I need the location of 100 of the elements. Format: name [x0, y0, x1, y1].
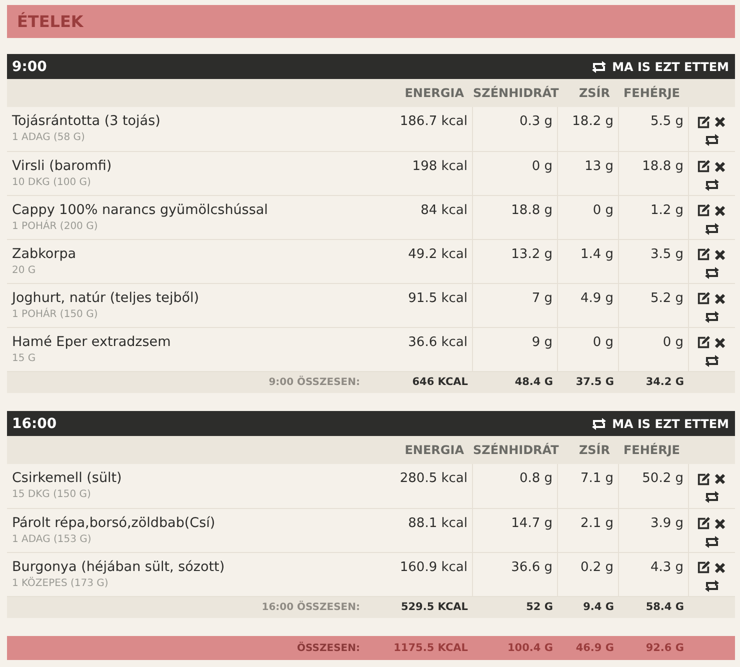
table-cell: 88.1 kcal	[372, 508, 472, 552]
table-cell: 36.6 kcal	[372, 327, 472, 371]
table-cell: 18.2 g	[557, 107, 618, 151]
table-cell: 0 g	[557, 327, 618, 371]
food-name: Burgonya (héjában sült, sózott)	[12, 558, 226, 574]
portion-text: 15 DKG (150 G)	[12, 489, 92, 500]
edit-icon[interactable]	[697, 204, 710, 217]
table-cell: 3.9 g	[618, 508, 688, 552]
column-header: FEHÉRJE	[618, 436, 688, 464]
column-header: SZÉNHIDRÁT	[472, 79, 557, 107]
food-name: Joghurt, natúr (teljes tejből)	[12, 290, 200, 306]
repeat-icon[interactable]	[704, 578, 720, 592]
table-cell: 36.6 g	[472, 552, 557, 596]
table-cell: 160.9 kcal	[372, 552, 472, 596]
close-icon[interactable]	[714, 518, 726, 530]
repeat-icon[interactable]	[591, 416, 608, 430]
edit-icon[interactable]	[697, 336, 710, 349]
repeat-icon[interactable]	[591, 60, 608, 74]
edit-icon[interactable]	[697, 517, 710, 530]
close-icon[interactable]	[714, 562, 726, 574]
total-value: 52 G	[472, 596, 557, 618]
repeat-icon[interactable]	[704, 490, 720, 504]
portion-text: 20 G	[12, 264, 37, 276]
total-value: 37.5 G	[557, 371, 618, 393]
column-header: ENERGIA	[372, 436, 472, 464]
portion-text: 15 G	[12, 352, 37, 364]
edit-icon[interactable]	[697, 160, 710, 173]
repeat-icon[interactable]	[704, 266, 720, 280]
close-icon[interactable]	[714, 473, 726, 485]
table-cell: 13 g	[557, 151, 618, 195]
total-value: 46.9 G	[557, 636, 618, 660]
table-cell: 0 g	[472, 151, 557, 195]
food-name: Tojásrántotta (3 tojás)	[12, 113, 162, 129]
repeat-icon[interactable]	[704, 178, 720, 192]
total-value: 1175.5 KCAL	[372, 636, 472, 660]
portion-text: 1 POHÁR (200 G)	[12, 220, 99, 232]
total-value: 100.4 G	[472, 636, 557, 660]
edit-icon[interactable]	[697, 292, 710, 305]
section-title: ÉTELEK	[17, 12, 84, 31]
edit-icon[interactable]	[697, 472, 710, 486]
table-cell: 0.3 g	[472, 107, 557, 151]
table-cell: 13.2 g	[472, 239, 557, 283]
table-cell: 91.5 kcal	[372, 283, 472, 327]
table-cell: 0.8 g	[472, 464, 557, 508]
portion-text: 1 ADAG (153 G)	[12, 534, 92, 544]
edit-icon[interactable]	[697, 561, 710, 574]
close-icon[interactable]	[714, 160, 726, 172]
table-cell: 7.1 g	[557, 464, 618, 508]
total-value: 9.4 G	[557, 596, 618, 618]
food-name: Zabkorpa	[12, 246, 78, 262]
table-cell: 4.9 g	[557, 283, 618, 327]
table-cell: 3.5 g	[618, 239, 688, 283]
meal-time: 16:00	[12, 416, 57, 432]
table-cell: 1.2 g	[618, 195, 688, 239]
table-cell: 2.1 g	[557, 508, 618, 552]
table-cell: 50.2 g	[618, 464, 688, 508]
repeat-icon[interactable]	[704, 310, 720, 324]
table-cell: 18.8 g	[618, 151, 688, 195]
table-cell: 1.4 g	[557, 239, 618, 283]
total-value: 48.4 G	[472, 371, 557, 393]
repeat-icon[interactable]	[704, 133, 720, 147]
table-cell: 198 kcal	[372, 151, 472, 195]
repeat-icon[interactable]	[704, 354, 720, 368]
edit-icon[interactable]	[697, 248, 710, 261]
table-cell: 0.2 g	[557, 552, 618, 596]
total-value: 529.5 KCAL	[372, 596, 472, 618]
food-name: Csirkemell (sült)	[12, 470, 123, 486]
table-cell: 5.5 g	[618, 107, 688, 151]
table-cell: 49.2 kcal	[372, 239, 472, 283]
table-cell: 0 g	[557, 195, 618, 239]
close-icon[interactable]	[714, 248, 726, 260]
total-value: 92.6 G	[618, 636, 688, 660]
table-cell: 84 kcal	[372, 195, 472, 239]
close-icon[interactable]	[714, 336, 726, 348]
repeat-icon[interactable]	[704, 222, 720, 236]
column-header: ENERGIA	[372, 79, 472, 107]
table-cell: 0 g	[618, 327, 688, 371]
table-cell: 186.7 kcal	[372, 107, 472, 151]
repeat-button[interactable]: MA IS EZT ETTEM	[591, 416, 729, 430]
edit-icon[interactable]	[697, 116, 710, 128]
table-cell: 5.2 g	[618, 283, 688, 327]
table-cell: 14.7 g	[472, 508, 557, 552]
portion-text: 10 DKG (100 G)	[12, 176, 92, 188]
total-value: 646 KCAL	[372, 371, 472, 393]
repeat-icon[interactable]	[704, 534, 720, 548]
total-label: 9:00 ÖSSZESEN:	[7, 371, 372, 393]
portion-text: 1 ADAG (58 G)	[12, 132, 86, 143]
food-name: Párolt répa,borsó,zöldbab(Csí)	[12, 514, 216, 530]
table-cell: 280.5 kcal	[372, 464, 472, 508]
repeat-button[interactable]: MA IS EZT ETTEM	[591, 60, 729, 74]
close-icon[interactable]	[714, 116, 726, 128]
portion-text: 1 KÖZEPES (173 G)	[12, 578, 110, 588]
table-cell: 7 g	[472, 283, 557, 327]
close-icon[interactable]	[714, 204, 726, 216]
total-label: 16:00 ÖSSZESEN:	[7, 596, 372, 618]
column-header: SZÉNHIDRÁT	[472, 436, 557, 464]
total-label: ÖSSZESEN:	[7, 636, 372, 660]
food-name: Cappy 100% narancs gyümölcshússal	[12, 202, 269, 218]
table-cell: 9 g	[472, 327, 557, 371]
close-icon[interactable]	[714, 292, 726, 304]
